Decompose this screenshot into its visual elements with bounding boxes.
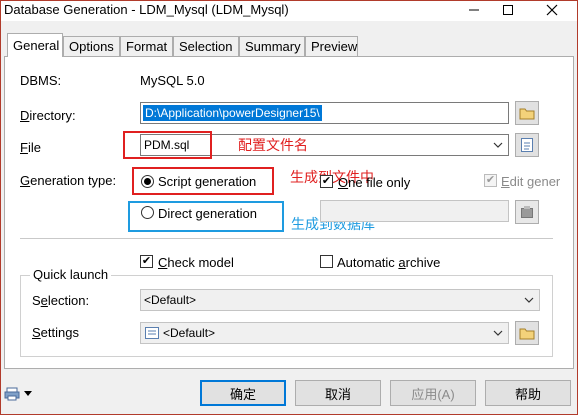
browse-settings-button[interactable] (515, 321, 539, 345)
automatic-archive-text: rchive (405, 255, 441, 270)
automatic-archive-text-pre: Automatic (337, 255, 399, 270)
edit-file-button[interactable] (515, 133, 539, 157)
quick-launch-title: Quick launch (30, 267, 112, 282)
database-connect-icon (521, 206, 533, 218)
minimize-button[interactable] (459, 0, 489, 20)
selection-label-pre: S (32, 293, 41, 308)
edit-generation-hotkey: E (501, 174, 510, 189)
selection-label-text: lection: (47, 293, 90, 308)
check-model-label: Check model (158, 255, 234, 270)
script-generation-radio[interactable] (141, 175, 154, 188)
edit-generation-label: Edit gener (501, 174, 560, 189)
generation-type-hotkey: G (20, 173, 31, 188)
automatic-archive-checkbox[interactable] (320, 255, 333, 268)
script-generation-label: Script generation (158, 174, 257, 189)
file-label-text: ile (27, 140, 41, 155)
caret-down-icon (24, 391, 32, 396)
section-divider (20, 238, 553, 239)
one-file-only-checkbox[interactable]: ✔ (320, 175, 333, 188)
one-file-only-hotkey: O (338, 175, 349, 190)
minimize-icon (469, 9, 479, 11)
data-source-input[interactable] (320, 200, 509, 222)
generation-type-text: eneration type: (30, 173, 117, 188)
selection-label-hotkey: e (40, 293, 48, 308)
check-model-text: heck model (167, 255, 234, 270)
directory-label-text: irectory: (29, 108, 76, 123)
file-label-hotkey: F (20, 140, 28, 155)
selection-combobox[interactable]: <Default> (140, 289, 540, 311)
settings-label-text: ettings (40, 325, 79, 340)
directory-label-hotkey: D (20, 108, 30, 123)
tab-general[interactable]: General (7, 33, 63, 57)
radio-selected-dot (144, 178, 151, 185)
checkmark-icon: ✔ (485, 174, 496, 186)
one-file-only-label: One file only (338, 175, 410, 190)
cancel-button[interactable]: 取消 (295, 380, 381, 406)
check-model-checkbox[interactable]: ✔ (140, 255, 153, 268)
settings-value: <Default> (163, 326, 216, 340)
edit-generation-text: dit gener (509, 174, 561, 189)
options-menu-button[interactable] (4, 385, 38, 403)
automatic-archive-label: Automatic archive (337, 255, 440, 270)
folder-icon (519, 328, 535, 340)
chevron-down-icon (523, 294, 535, 306)
file-label: File (20, 140, 41, 155)
generation-type-label: Generation type: (20, 173, 116, 188)
chevron-down-icon (492, 139, 504, 151)
file-annotation: 配置文件名 (238, 137, 308, 153)
settings-label-hotkey: S (32, 325, 41, 340)
tab-summary[interactable]: Summary (239, 36, 305, 56)
folder-icon (519, 108, 535, 120)
settings-list-icon (145, 327, 159, 342)
file-highlight-box (123, 131, 212, 159)
settings-combobox[interactable]: <Default> (140, 322, 509, 344)
close-button[interactable] (537, 0, 567, 20)
directory-input[interactable]: D:\Application\powerDesigner15\ (140, 102, 509, 124)
direct-generation-label: Direct generation (158, 206, 257, 221)
browse-directory-button[interactable] (515, 101, 539, 125)
ok-button[interactable]: 确定 (200, 380, 286, 406)
data-source-button[interactable] (515, 200, 539, 224)
checkmark-icon: ✔ (321, 175, 332, 187)
directory-label: Directory: (20, 108, 76, 123)
selection-label: Selection: (32, 293, 89, 308)
selection-value: <Default> (144, 293, 197, 307)
settings-label: Settings (32, 325, 79, 340)
edit-generation-checkbox[interactable]: ✔ (484, 174, 497, 187)
tab-preview[interactable]: Preview (305, 36, 358, 56)
checkmark-icon: ✔ (141, 255, 152, 267)
document-icon (521, 138, 533, 152)
window-title: Database Generation - LDM_Mysql (LDM_Mys… (4, 2, 289, 17)
maximize-button[interactable] (493, 0, 523, 20)
maximize-icon (503, 5, 513, 15)
check-model-hotkey: C (158, 255, 168, 270)
tab-format[interactable]: Format (120, 36, 173, 56)
dbms-label: DBMS: (20, 73, 62, 88)
automatic-archive-hotkey: a (398, 255, 406, 270)
direct-generation-radio[interactable] (141, 206, 154, 219)
directory-value: D:\Application\powerDesigner15\ (143, 105, 322, 121)
dbms-value: MySQL 5.0 (140, 73, 205, 88)
apply-button[interactable]: 应用(A) (390, 380, 476, 406)
chevron-down-icon (492, 327, 504, 339)
one-file-only-text: ne file only (348, 175, 411, 190)
tab-options[interactable]: Options (63, 36, 120, 56)
quick-launch-group (20, 275, 553, 357)
close-icon (546, 4, 558, 16)
printer-icon (4, 387, 20, 401)
tab-selection[interactable]: Selection (173, 36, 239, 56)
help-button[interactable]: 帮助 (485, 380, 571, 406)
